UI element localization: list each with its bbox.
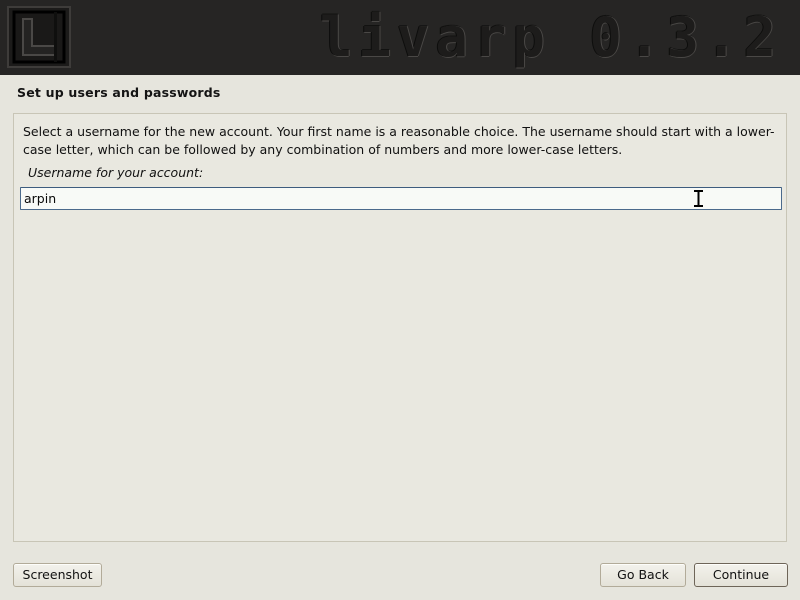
username-field-label: Username for your account: — [28, 165, 204, 180]
instruction-text: Select a username for the new account. Y… — [23, 124, 775, 157]
page-title: Set up users and passwords — [17, 85, 221, 100]
banner-title: livarp 0.3.2 — [319, 6, 782, 69]
app-banner: livarp 0.3.2 — [0, 0, 800, 75]
content-panel: Select a username for the new account. Y… — [13, 113, 787, 542]
continue-button[interactable]: Continue — [694, 563, 788, 587]
screenshot-button[interactable]: Screenshot — [13, 563, 102, 587]
livarp-l-logo-icon — [7, 6, 71, 68]
go-back-button[interactable]: Go Back — [600, 563, 686, 587]
username-input[interactable] — [20, 187, 782, 210]
